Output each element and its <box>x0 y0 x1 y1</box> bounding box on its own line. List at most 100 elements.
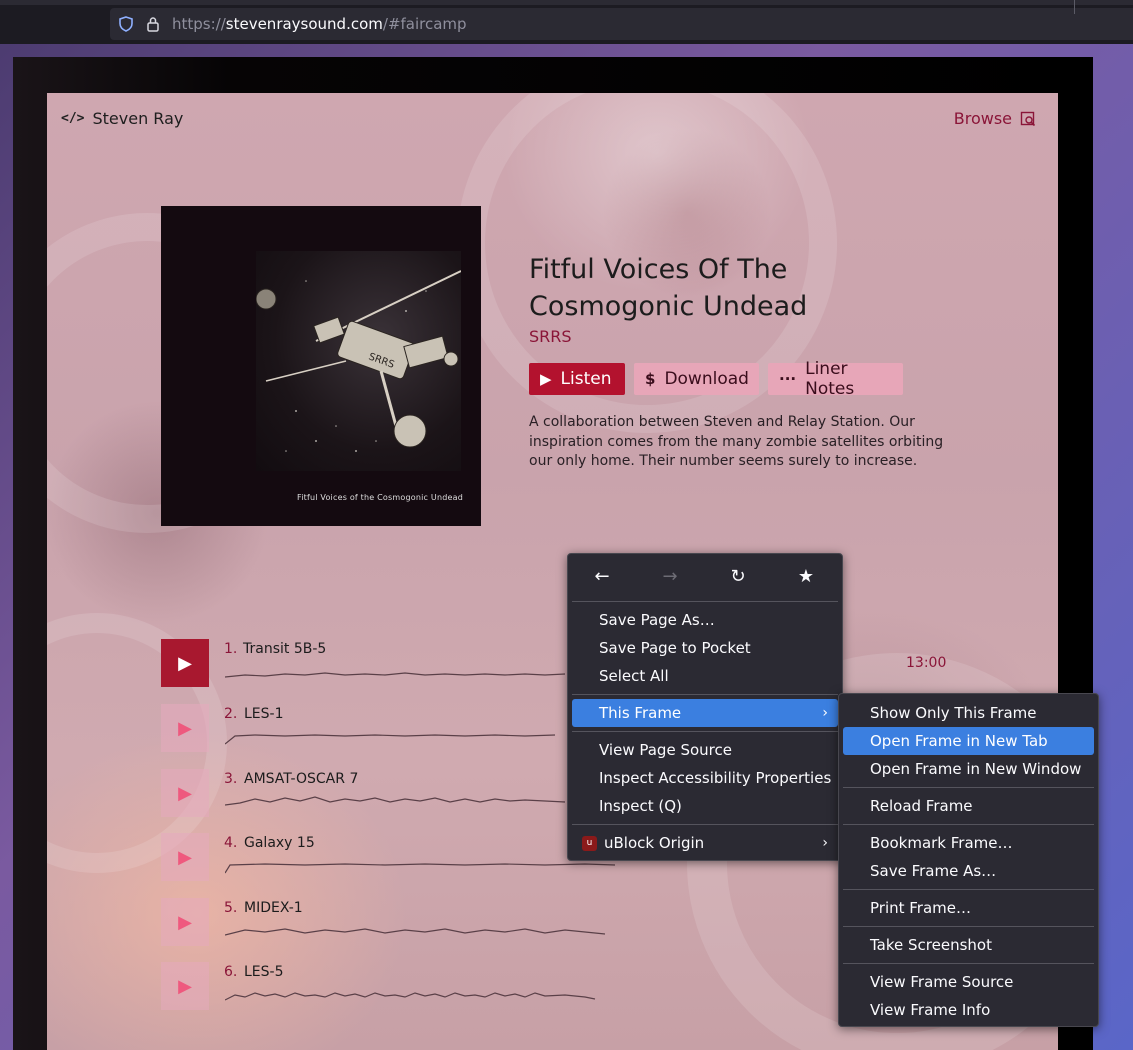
site-logo-link[interactable]: </> Steven Ray <box>61 109 183 128</box>
menu-ublock-label: uBlock Origin <box>604 834 705 852</box>
menu-separator <box>843 963 1094 964</box>
download-label: Download <box>664 369 749 389</box>
play-icon: ▶ <box>178 782 192 804</box>
menu-separator <box>843 889 1094 890</box>
cover-artwork: SRRS <box>255 251 462 471</box>
track-waveform[interactable] <box>225 857 615 877</box>
play-icon: ▶ <box>178 717 192 739</box>
menu-view-frame-info[interactable]: View Frame Info <box>843 996 1094 1024</box>
browse-label: Browse <box>953 109 1012 128</box>
back-icon[interactable]: ← <box>568 562 636 592</box>
browse-search-icon <box>1020 111 1036 126</box>
url-host: stevenraysound.com <box>225 15 383 33</box>
track-title[interactable]: MIDEX-1 <box>244 900 303 916</box>
track-row: ▶ 6. LES-5 <box>161 962 621 1012</box>
bookmark-star-icon[interactable]: ★ <box>772 562 840 592</box>
download-button[interactable]: $ Download <box>634 363 759 395</box>
track-row: ▶ 4. Galaxy 15 <box>161 833 621 883</box>
track-title[interactable]: LES-1 <box>244 706 284 722</box>
menu-separator <box>843 787 1094 788</box>
track-number: 1. <box>224 641 238 657</box>
menu-show-only-frame[interactable]: Show Only This Frame <box>843 699 1094 727</box>
code-brackets-icon: </> <box>61 111 85 126</box>
browse-link[interactable]: Browse <box>954 109 1036 128</box>
track-play-button[interactable]: ▶ <box>161 769 209 817</box>
track-duration: 13:00 <box>906 655 947 671</box>
menu-inspect-accessibility[interactable]: Inspect Accessibility Properties <box>572 764 838 792</box>
menu-reload-frame[interactable]: Reload Frame <box>843 792 1094 820</box>
menu-this-frame-label: This Frame <box>599 704 682 722</box>
track-waveform[interactable] <box>225 728 615 748</box>
toolbar-divider <box>1074 0 1075 14</box>
track-number: 4. <box>224 835 238 851</box>
play-icon: ▶ <box>540 370 552 388</box>
menu-view-page-source[interactable]: View Page Source <box>572 736 838 764</box>
track-play-button[interactable]: ▶ <box>161 639 209 687</box>
play-icon: ▶ <box>178 846 192 868</box>
menu-this-frame[interactable]: This Frame › <box>572 699 838 727</box>
chevron-right-icon: › <box>822 835 828 851</box>
track-waveform[interactable] <box>225 922 615 942</box>
url-bar[interactable]: https://stevenraysound.com/#faircamp <box>110 0 1133 40</box>
track-title[interactable]: LES-5 <box>244 964 284 980</box>
play-icon: ▶ <box>178 652 192 674</box>
listen-button[interactable]: ▶ Listen <box>529 363 625 395</box>
menu-separator <box>572 694 838 695</box>
release-actions: ▶ Listen $ Download ··· Liner Notes <box>529 359 903 399</box>
menu-inspect[interactable]: Inspect (Q) <box>572 792 838 820</box>
menu-separator <box>843 824 1094 825</box>
track-row: ▶ 5. MIDEX-1 <box>161 898 621 948</box>
site-name: Steven Ray <box>92 109 184 128</box>
track-waveform[interactable] <box>225 986 615 1006</box>
track-title[interactable]: Galaxy 15 <box>244 835 315 851</box>
track-row: ▶ 3. AMSAT-OSCAR 7 <box>161 769 621 819</box>
menu-bookmark-frame[interactable]: Bookmark Frame… <box>843 829 1094 857</box>
track-play-button[interactable]: ▶ <box>161 833 209 881</box>
ublock-origin-icon: u <box>582 835 597 851</box>
menu-save-frame-as[interactable]: Save Frame As… <box>843 857 1094 885</box>
menu-separator <box>843 926 1094 927</box>
track-number: 6. <box>224 964 238 980</box>
satellite-illustration-icon: SRRS <box>255 270 462 452</box>
browser-toolbar: https://stevenraysound.com/#faircamp <box>0 0 1133 44</box>
tracking-protection-shield-icon[interactable] <box>118 16 134 32</box>
chevron-right-icon: › <box>822 705 828 721</box>
menu-separator <box>572 824 838 825</box>
track-row: ▶ 2. LES-1 <box>161 704 621 754</box>
url-path: /#faircamp <box>382 15 467 33</box>
menu-save-page-as[interactable]: Save Page As… <box>572 606 838 634</box>
menu-save-to-pocket[interactable]: Save Page to Pocket <box>572 634 838 662</box>
liner-notes-label: Liner Notes <box>805 359 855 399</box>
frame-submenu: Show Only This Frame Open Frame in New T… <box>838 693 1099 1027</box>
menu-select-all[interactable]: Select All <box>572 662 838 690</box>
track-title[interactable]: AMSAT-OSCAR 7 <box>244 771 358 787</box>
url-text[interactable]: https://stevenraysound.com/#faircamp <box>172 15 467 33</box>
menu-take-screenshot[interactable]: Take Screenshot <box>843 931 1094 959</box>
menu-open-frame-new-window[interactable]: Open Frame in New Window <box>843 755 1094 783</box>
menu-open-frame-new-tab[interactable]: Open Frame in New Tab <box>843 727 1094 755</box>
album-cover[interactable]: SRRS Fitful Voices of the Cosmogonic Und… <box>161 206 481 526</box>
menu-view-frame-source[interactable]: View Frame Source <box>843 968 1094 996</box>
listen-label: Listen <box>560 369 612 389</box>
track-row: ▶ 1. Transit 5B-5 <box>161 639 621 689</box>
track-play-button[interactable]: ▶ <box>161 962 209 1010</box>
lock-icon[interactable] <box>146 16 160 32</box>
cover-caption: Fitful Voices of the Cosmogonic Undead <box>296 493 463 502</box>
ellipsis-icon: ··· <box>779 370 797 388</box>
track-waveform[interactable] <box>225 663 615 683</box>
toolbar-separator <box>0 0 1133 5</box>
track-title[interactable]: Transit 5B-5 <box>243 641 326 657</box>
menu-separator <box>572 601 838 602</box>
forward-icon: → <box>662 566 678 587</box>
track-play-button[interactable]: ▶ <box>161 898 209 946</box>
track-play-button[interactable]: ▶ <box>161 704 209 752</box>
menu-print-frame[interactable]: Print Frame… <box>843 894 1094 922</box>
track-waveform[interactable] <box>225 793 615 813</box>
context-nav-row: ← → ↻ ★ <box>568 562 843 592</box>
url-scheme: https:// <box>172 15 226 33</box>
menu-separator <box>572 731 838 732</box>
release-artist-link[interactable]: SRRS <box>529 327 572 346</box>
liner-notes-button[interactable]: ··· Liner Notes <box>768 359 903 399</box>
reload-icon[interactable]: ↻ <box>704 562 772 592</box>
menu-ublock-origin[interactable]: u uBlock Origin › <box>572 829 838 857</box>
